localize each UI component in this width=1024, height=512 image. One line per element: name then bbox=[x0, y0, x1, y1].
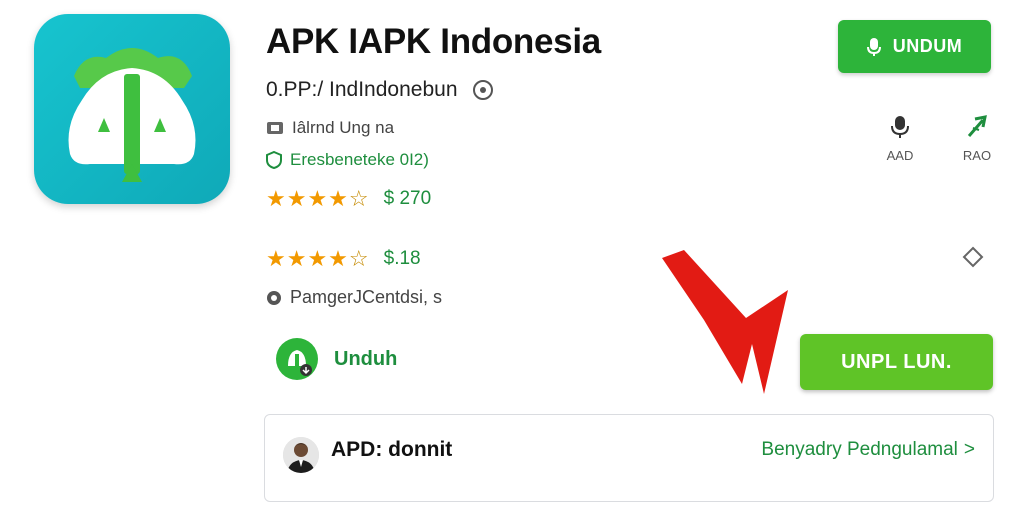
price-text: $.18 bbox=[383, 248, 421, 269]
ticket-icon bbox=[267, 122, 283, 134]
app-meta-text: Iâlrnd Ung na bbox=[292, 118, 395, 137]
mic-icon bbox=[891, 116, 909, 138]
mic-icon bbox=[866, 37, 881, 56]
developer-link-label: Benyadry Pedngulamal bbox=[761, 439, 958, 460]
diamond-icon[interactable] bbox=[962, 246, 984, 268]
side-action-right[interactable]: RAO bbox=[952, 114, 1002, 163]
price-text: $ 270 bbox=[383, 188, 432, 209]
settings-circle-icon[interactable] bbox=[472, 79, 494, 101]
avatar bbox=[283, 437, 319, 473]
install-button-label: UNPL LUN. bbox=[841, 350, 952, 373]
developer-name: APD: donnit bbox=[331, 438, 453, 461]
rating-row-b: ★★★★☆ $.18 bbox=[266, 246, 421, 272]
side-action-left-label: AAD bbox=[886, 148, 914, 163]
app-title: APK IAPK Indonesia bbox=[266, 22, 601, 61]
extra-line: PamgerJCentdsi, s bbox=[266, 287, 442, 308]
chevron-right-icon: > bbox=[963, 439, 975, 460]
download-button[interactable]: UNDUM bbox=[838, 20, 991, 73]
star-rating: ★★★★☆ bbox=[266, 186, 370, 211]
rating-row-a: ★★★★☆ $ 270 bbox=[266, 186, 431, 212]
extra-text: PamgerJCentdsi, s bbox=[290, 287, 443, 307]
install-button[interactable]: UNPL LUN. bbox=[800, 334, 993, 390]
app-subtitle-row: 0.PP:/ IndIndonebun bbox=[266, 78, 494, 102]
developer-link[interactable]: Benyadry Pedngulamal > bbox=[761, 439, 975, 461]
developer-card[interactable]: APD: donnit Benyadry Pedngulamal > bbox=[264, 414, 994, 502]
unduh-label: Unduh bbox=[334, 347, 398, 370]
shield-icon bbox=[266, 151, 282, 169]
app-subtitle: 0.PP:/ IndIndonebun bbox=[266, 78, 458, 101]
download-button-label: UNDUM bbox=[892, 36, 963, 56]
app-meta-line: Iâlrnd Ung na bbox=[266, 118, 394, 138]
unduh-row[interactable]: Unduh bbox=[276, 338, 397, 380]
star-rating: ★★★★☆ bbox=[266, 246, 370, 271]
share-arrow-icon bbox=[967, 115, 987, 137]
app-logo-icon bbox=[34, 14, 230, 204]
unduh-badge-icon bbox=[276, 338, 318, 380]
editor-text: Eresbeneteke 0I2) bbox=[290, 150, 429, 169]
info-circle-icon bbox=[267, 290, 281, 305]
editor-line: Eresbeneteke 0I2) bbox=[266, 150, 429, 170]
red-arrow-annotation bbox=[662, 250, 788, 394]
side-action-left[interactable]: AAD bbox=[875, 114, 925, 163]
side-action-right-label: RAO bbox=[962, 148, 992, 163]
